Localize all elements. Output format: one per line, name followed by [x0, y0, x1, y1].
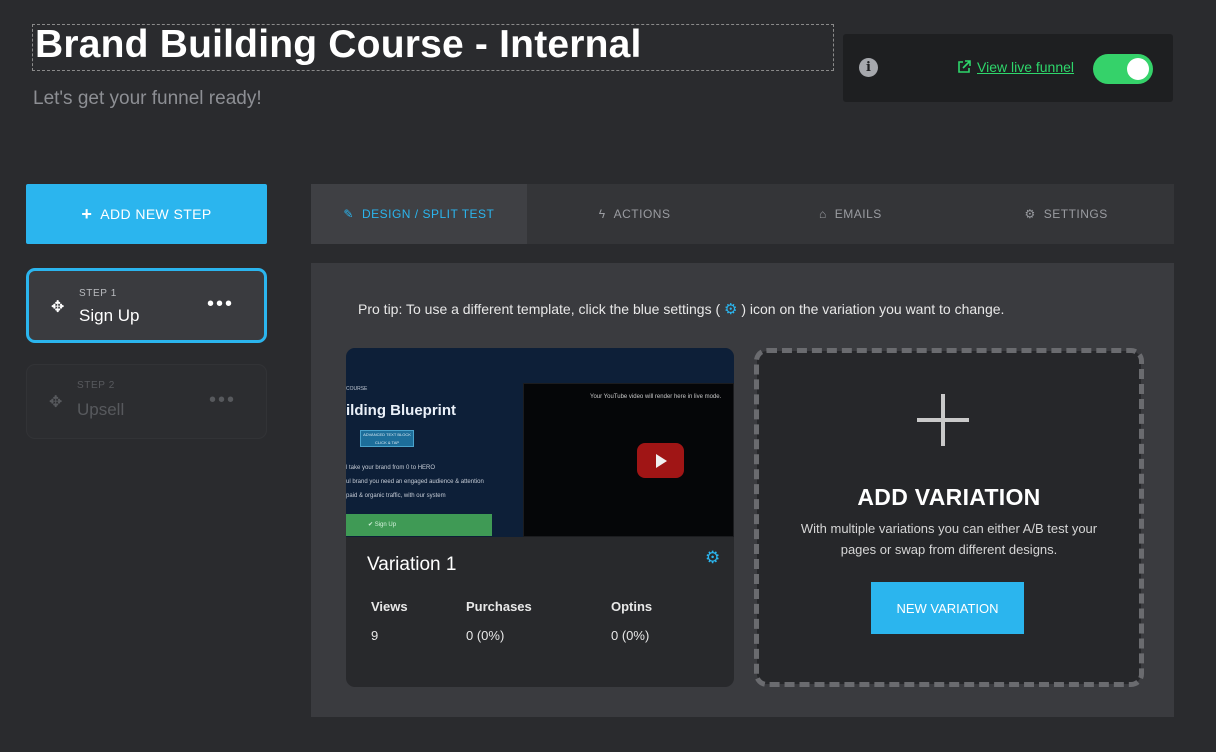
thumb-course-label: COURSE — [346, 386, 368, 392]
step-name: Sign Up — [79, 306, 140, 325]
inbox-icon: ⌂ — [818, 207, 827, 221]
new-variation-button[interactable]: NEW VARIATION — [871, 582, 1024, 634]
funnel-live-toggle[interactable] — [1093, 54, 1153, 84]
external-link-icon — [958, 60, 971, 73]
thumb-text-line: l take your brand from 0 to HERO — [346, 465, 436, 471]
tab-label: EMAILS — [834, 207, 882, 221]
plus-icon — [917, 394, 969, 446]
variation-card[interactable]: COURSE ilding Blueprint ADVANCED TEXT BL… — [346, 348, 734, 687]
bolt-icon: ϟ — [598, 207, 606, 221]
plus-icon: + — [81, 204, 93, 224]
pencil-icon: ✎ — [343, 207, 354, 221]
page-title[interactable]: Brand Building Course - Internal — [35, 23, 642, 67]
thumb-video-text: Your YouTube video will render here in l… — [590, 394, 722, 400]
stat-value-purchases: 0 (0%) — [466, 628, 505, 643]
pro-tip-before: Pro tip: To use a different template, cl… — [358, 301, 721, 317]
step-number: STEP 2 — [77, 380, 115, 391]
tab-label: DESIGN / SPLIT TEST — [361, 207, 495, 221]
tab-actions[interactable]: ϟ ACTIONS — [527, 184, 743, 244]
cogs-icon: ⚙ — [1024, 207, 1036, 221]
gear-icon: ⚙ — [724, 301, 738, 318]
tab-emails[interactable]: ⌂ EMAILS — [743, 184, 959, 244]
stat-label-views: Views — [371, 599, 408, 614]
step-card-sign-up[interactable]: ✥ STEP 1 Sign Up ••• — [26, 268, 267, 343]
tab-design-split-test[interactable]: ✎ DESIGN / SPLIT TEST — [311, 184, 527, 244]
view-live-funnel-link[interactable]: View live funnel — [957, 59, 1074, 75]
add-variation-description: With multiple variations you can either … — [800, 521, 1098, 557]
stat-label-optins: Optins — [611, 599, 653, 614]
variation-thumbnail[interactable]: COURSE ilding Blueprint ADVANCED TEXT BL… — [346, 348, 734, 537]
step-tabs: ✎ DESIGN / SPLIT TEST ϟ ACTIONS ⌂ EMAILS… — [311, 184, 1174, 244]
thumb-signup-button: ✔ Sign Up — [346, 514, 492, 536]
editable-title-box[interactable]: Brand Building Course - Internal — [32, 23, 834, 71]
youtube-play-icon — [637, 443, 684, 478]
pro-tip-after: ) icon on the variation you want to chan… — [741, 301, 1005, 317]
thumb-headline: ilding Blueprint — [346, 402, 456, 419]
step-card-upsell[interactable]: ✥ STEP 2 Upsell ••• — [26, 364, 267, 439]
add-variation-card[interactable]: ADD VARIATION With multiple variations y… — [754, 348, 1144, 687]
thumb-text-line: paid & organic traffic, with our system — [346, 493, 446, 499]
pro-tip-text: Pro tip: To use a different template, cl… — [358, 300, 1004, 318]
tab-label: ACTIONS — [613, 207, 671, 221]
page-subtitle: Let's get your funnel ready! — [33, 88, 262, 109]
add-new-step-label: ADD NEW STEP — [100, 206, 212, 222]
drag-handle-icon[interactable]: ✥ — [49, 392, 62, 412]
variation-settings-gear-icon[interactable]: ⚙ — [705, 548, 720, 568]
more-options-icon[interactable]: ••• — [207, 293, 234, 316]
tab-settings[interactable]: ⚙ SETTINGS — [958, 184, 1174, 244]
stat-label-purchases: Purchases — [466, 599, 532, 614]
stat-value-views: 9 — [371, 628, 379, 643]
funnel-status-panel: i View live funnel — [843, 34, 1173, 102]
tab-label: SETTINGS — [1043, 207, 1108, 221]
thumb-mini-button: ADVANCED TEXT BLOCK CLICK & TAP — [360, 430, 414, 447]
funnel-editor-page: Brand Building Course - Internal Let's g… — [0, 0, 1216, 752]
add-new-step-button[interactable]: + ADD NEW STEP — [26, 184, 267, 244]
thumb-text-line: ul brand you need an engaged audience & … — [346, 479, 484, 485]
step-name: Upsell — [77, 400, 125, 419]
step-number: STEP 1 — [79, 288, 117, 299]
add-variation-title: ADD VARIATION — [857, 484, 1041, 510]
stat-value-optins: 0 (0%) — [611, 628, 650, 643]
more-options-icon[interactable]: ••• — [209, 389, 236, 412]
design-panel: Pro tip: To use a different template, cl… — [311, 263, 1174, 717]
view-live-funnel-label: View live funnel — [977, 59, 1075, 75]
toggle-knob — [1127, 58, 1149, 80]
drag-handle-icon[interactable]: ✥ — [51, 297, 64, 317]
thumb-video-placeholder: Your YouTube video will render here in l… — [523, 383, 734, 537]
variation-title: Variation 1 — [367, 554, 457, 575]
info-icon[interactable]: i — [859, 58, 878, 77]
